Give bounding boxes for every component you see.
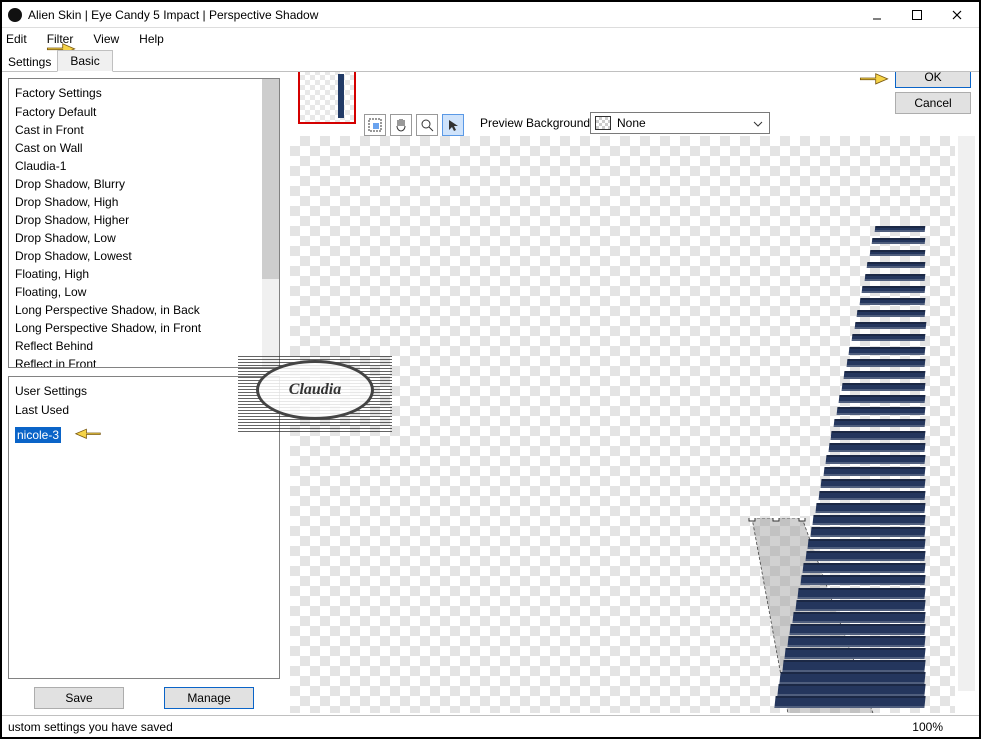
navigator-thumbnail[interactable] [298,72,356,124]
pointer-hand-icon [857,72,891,90]
list-item[interactable]: Drop Shadow, Blurry [15,175,260,193]
preview-background-label: Preview Background: [480,116,593,130]
canvas-scrollbar[interactable] [958,136,975,691]
menu-help[interactable]: Help [129,30,174,48]
arrow-tool-icon[interactable] [442,114,464,136]
zoom-tool-icon[interactable] [416,114,438,136]
factory-settings-header: Factory Settings [15,83,260,103]
factory-settings-list[interactable]: Factory Settings Factory Default Cast in… [8,78,280,368]
scrollbar-thumb[interactable] [262,79,279,279]
menubar: Edit Filter View Help [2,28,979,50]
menu-view[interactable]: View [83,30,129,48]
save-button[interactable]: Save [34,687,124,709]
maximize-button[interactable] [897,3,937,27]
body: Factory Settings Factory Default Cast in… [2,72,979,715]
left-buttons: Save Manage [8,679,280,713]
list-item[interactable]: Drop Shadow, Lowest [15,247,260,265]
list-item[interactable]: Reflect in Front [15,355,260,368]
list-item[interactable]: Cast on Wall [15,139,260,157]
marquee-tool-icon[interactable] [364,114,386,136]
list-item[interactable]: Drop Shadow, High [15,193,260,211]
app-icon [8,8,22,22]
dialog-buttons: OK Cancel [895,72,971,114]
minimize-button[interactable] [857,3,897,27]
list-item[interactable]: Last Used [15,401,277,419]
zoom-level: 100% [912,720,973,734]
preview-toolbar: Preview Background: None OK Can [286,72,979,132]
preview-canvas[interactable]: // noop placeholder so structure shows; … [290,136,955,713]
list-item-selected[interactable]: nicole-3 [15,427,61,443]
list-item[interactable]: Drop Shadow, Higher [15,211,260,229]
ok-button[interactable]: OK [895,72,971,88]
close-button[interactable] [937,3,977,27]
cancel-button[interactable]: Cancel [895,92,971,114]
window-title: Alien Skin | Eye Candy 5 Impact | Perspe… [28,8,857,22]
status-bar: ustom settings you have saved 100% [2,715,979,737]
list-item[interactable]: Claudia-1 [15,157,260,175]
list-item[interactable]: Drop Shadow, Low [15,229,260,247]
status-text: ustom settings you have saved [8,720,173,734]
list-item[interactable]: Floating, High [15,265,260,283]
list-item[interactable]: Factory Default [15,103,260,121]
list-item[interactable]: Reflect Behind [15,337,260,355]
hand-tool-icon[interactable] [390,114,412,136]
chevron-down-icon [751,116,765,130]
factory-scrollbar[interactable] [262,79,279,367]
tabs-row: Settings Basic [2,50,979,72]
user-settings-list[interactable]: User Settings Last Used nicole-3 [8,376,280,679]
app-window: Alien Skin | Eye Candy 5 Impact | Perspe… [0,0,981,739]
list-item[interactable]: Long Perspective Shadow, in Front [15,319,260,337]
combo-value: None [617,116,646,130]
list-item[interactable]: Cast in Front [15,121,260,139]
pointer-hand-icon [72,423,104,446]
menu-edit[interactable]: Edit [6,30,37,48]
preview-background-combo[interactable]: None [590,112,770,134]
tool-buttons [364,114,464,136]
titlebar: Alien Skin | Eye Candy 5 Impact | Perspe… [2,2,979,28]
right-panel: Preview Background: None OK Can [286,72,979,715]
left-panel: Factory Settings Factory Default Cast in… [2,72,286,715]
list-item[interactable]: Floating, Low [15,283,260,301]
user-settings-header: User Settings [15,381,277,401]
checker-swatch-icon [595,116,611,130]
list-item[interactable]: Long Perspective Shadow, in Back [15,301,260,319]
tab-basic[interactable]: Basic [57,50,112,72]
manage-button[interactable]: Manage [164,687,254,709]
